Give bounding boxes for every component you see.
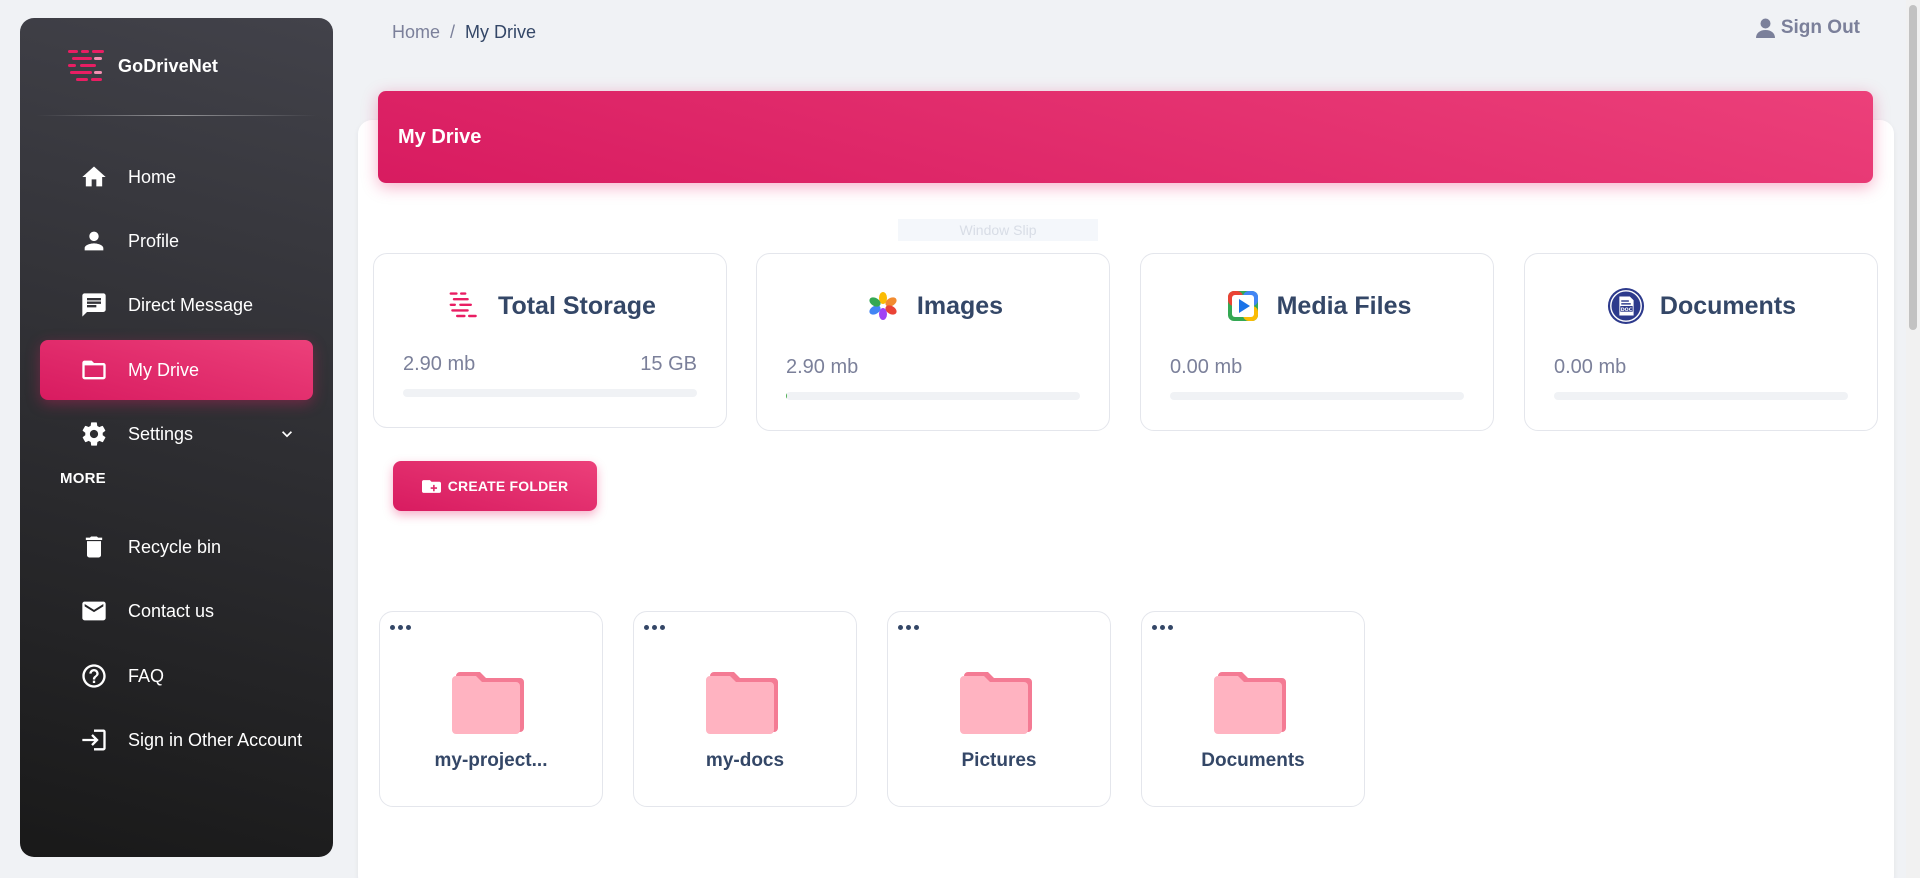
folder-name: Pictures	[961, 750, 1037, 771]
scrollbar-thumb[interactable]	[1909, 5, 1917, 330]
folder-card[interactable]: my-docs	[633, 611, 857, 807]
folder-name: my-docs	[705, 750, 785, 771]
faint-label: Window Slip	[898, 219, 1098, 241]
mail-icon	[80, 597, 108, 625]
stat-card-documents: DOC Documents 0.00 mb	[1524, 253, 1878, 431]
folder-name: my-project...	[434, 750, 548, 771]
stat-progress-bar	[403, 389, 697, 397]
folder-card[interactable]: my-project...	[379, 611, 603, 807]
sidebar-item-label: My Drive	[128, 359, 199, 380]
help-icon	[80, 662, 108, 690]
breadcrumb-home[interactable]: Home	[392, 22, 440, 43]
scrollbar[interactable]	[1906, 0, 1920, 878]
sidebar-item-sign-in-other[interactable]: Sign in Other Account	[40, 710, 313, 770]
folder-icon	[80, 356, 108, 384]
sidebar-section-more: MORE	[60, 470, 106, 487]
sidebar-item-label: Home	[128, 166, 177, 187]
sidebar-item-profile[interactable]: Profile	[40, 211, 313, 271]
sidebar-item-label: FAQ	[128, 665, 165, 686]
sidebar-divider	[36, 115, 317, 116]
sidebar-item-label: Contact us	[128, 600, 215, 621]
stat-progress-fill	[786, 392, 788, 400]
person-icon	[80, 227, 108, 255]
stat-progress-bar	[786, 392, 1080, 400]
folder-card[interactable]: Documents	[1141, 611, 1365, 807]
stat-used: 0.00 mb	[1170, 356, 1243, 378]
stat-used: 2.90 mb	[403, 353, 476, 375]
stat-used: 2.90 mb	[786, 356, 859, 378]
login-icon	[80, 726, 108, 754]
sign-out-button[interactable]: Sign Out	[1755, 17, 1860, 39]
more-options-icon[interactable]	[1152, 620, 1176, 634]
sidebar-item-my-drive[interactable]: My Drive	[40, 340, 313, 400]
doc-icon: DOC	[1606, 286, 1646, 326]
user-icon	[1755, 18, 1775, 38]
logo-icon	[68, 49, 104, 81]
page-header: My Drive	[378, 91, 1873, 183]
folder-icon	[452, 672, 524, 734]
logo-icon	[444, 286, 484, 326]
brand-name: GoDriveNet	[118, 56, 219, 76]
folder-icon	[1214, 672, 1286, 734]
sign-out-label: Sign Out	[1780, 17, 1860, 38]
trash-icon	[80, 533, 108, 561]
breadcrumb: Home / My Drive	[392, 22, 536, 43]
create-folder-label: CREATE FOLDER	[447, 478, 569, 494]
folder-icon	[960, 672, 1032, 734]
sidebar-item-contact-us[interactable]: Contact us	[40, 581, 313, 641]
stat-title: Images	[916, 291, 1004, 320]
sidebar-item-label: Profile	[128, 230, 180, 251]
chevron-down-icon[interactable]	[277, 424, 297, 444]
stat-total: 15 GB	[640, 353, 697, 375]
sidebar-item-settings[interactable]: Settings	[40, 404, 313, 464]
more-options-icon[interactable]	[390, 620, 414, 634]
sidebar-item-label: Sign in Other Account	[128, 729, 303, 750]
folder-card[interactable]: Pictures	[887, 611, 1111, 807]
sidebar-item-recycle-bin[interactable]: Recycle bin	[40, 517, 313, 577]
create-folder-icon	[421, 479, 441, 493]
folder-icon	[706, 672, 778, 734]
message-icon	[80, 291, 108, 319]
more-options-icon[interactable]	[898, 620, 922, 634]
breadcrumb-separator: /	[450, 22, 456, 42]
stat-title: Media Files	[1276, 291, 1412, 320]
stat-card-total-storage: Total Storage 2.90 mb 15 GB	[373, 253, 727, 428]
stat-progress-bar	[1170, 392, 1464, 400]
photos-icon	[863, 286, 903, 326]
folder-name: Documents	[1201, 750, 1305, 771]
sidebar-item-label: Direct Message	[128, 294, 254, 315]
sidebar-item-label: Settings	[128, 423, 194, 444]
sidebar: GoDriveNet Home Profile Direct Message M…	[20, 18, 333, 857]
sidebar-item-label: Recycle bin	[128, 536, 222, 557]
stat-card-images: Images 2.90 mb	[756, 253, 1110, 431]
page-title: My Drive	[398, 125, 482, 148]
sidebar-item-direct-message[interactable]: Direct Message	[40, 275, 313, 335]
brand[interactable]: GoDriveNet	[20, 18, 333, 115]
sidebar-item-home[interactable]: Home	[40, 147, 313, 207]
stat-title: Documents	[1659, 291, 1797, 320]
media-play-icon	[1223, 286, 1263, 326]
gear-icon	[80, 420, 108, 448]
svg-text:DOC: DOC	[1621, 307, 1633, 313]
more-options-icon[interactable]	[644, 620, 668, 634]
home-icon	[80, 163, 108, 191]
breadcrumb-current: My Drive	[465, 22, 537, 42]
stat-progress-bar	[1554, 392, 1848, 400]
stat-title: Total Storage	[498, 291, 656, 320]
sidebar-item-faq[interactable]: FAQ	[40, 646, 313, 706]
stat-card-media-files: Media Files 0.00 mb	[1140, 253, 1494, 431]
create-folder-button[interactable]: CREATE FOLDER	[393, 461, 597, 511]
stat-used: 0.00 mb	[1554, 356, 1627, 378]
